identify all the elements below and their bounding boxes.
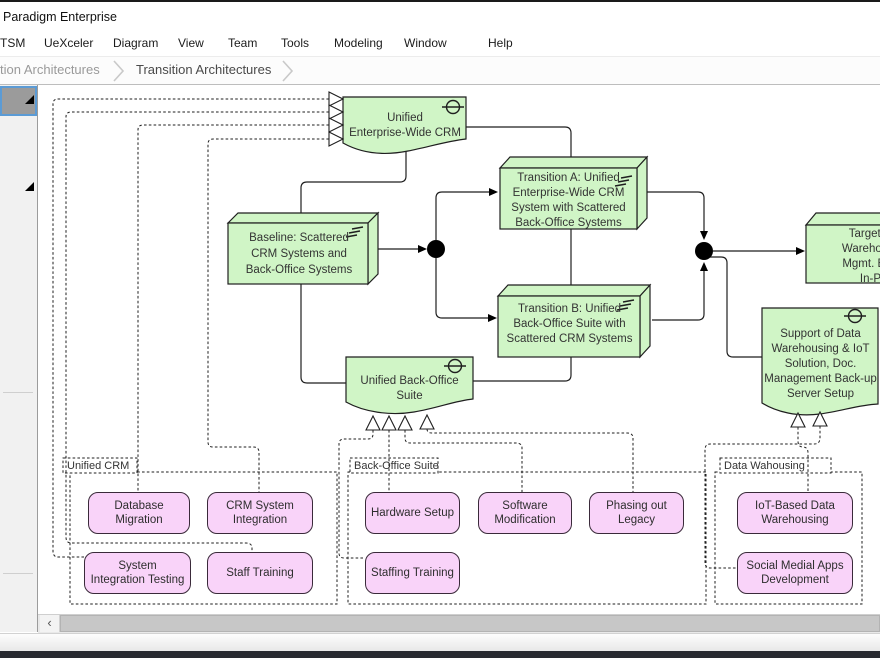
work-package-social-media-apps[interactable]: Social Medial Apps Development: [737, 552, 853, 594]
group-label: Unified CRM: [67, 460, 129, 472]
plateau-label: Baseline: Scattered CRM Systems and Back…: [230, 230, 368, 278]
work-package-label: Software Modification: [494, 499, 555, 527]
deliverable-label: Unified Enterprise-Wide CRM: [345, 111, 465, 141]
work-package-staff-training[interactable]: Staff Training: [207, 552, 313, 594]
plateau-label: Target: CRM Warehousing & Mgmt. Back-up …: [806, 227, 880, 287]
work-package-label: Hardware Setup: [371, 506, 454, 520]
work-package-hardware-setup[interactable]: Hardware Setup: [365, 492, 460, 534]
status-bar: [0, 633, 880, 652]
bottom-edge: [0, 651, 880, 658]
plateau-label: Transition B: Unified Back-Office Suite …: [499, 302, 640, 347]
deliverable-label: Unified Back-Office Suite: [347, 374, 472, 404]
work-package-label: Staff Training: [226, 566, 294, 580]
work-package-iot-data-warehousing[interactable]: IoT-Based Data Warehousing: [737, 492, 853, 534]
work-package-label: System Integration Testing: [91, 559, 185, 587]
scroll-left-button[interactable]: ‹: [40, 615, 60, 632]
work-package-staffing-training[interactable]: Staffing Training: [365, 552, 460, 594]
work-package-system-integration-testing[interactable]: System Integration Testing: [84, 552, 191, 594]
work-package-phasing-out-legacy[interactable]: Phasing out Legacy: [589, 492, 684, 534]
work-package-label: Database Migration: [114, 499, 163, 527]
work-package-label: Staffing Training: [371, 566, 454, 580]
work-package-label: Social Medial Apps Development: [746, 559, 843, 587]
group-label: Data Wahousing: [724, 460, 805, 472]
horizontal-scrollbar[interactable]: ‹: [38, 614, 880, 633]
app-window: Paradigm Enterprise TSM UeXceler Diagram…: [0, 0, 880, 658]
work-package-database-migration[interactable]: Database Migration: [88, 492, 190, 534]
work-package-label: Phasing out Legacy: [606, 499, 667, 527]
deliverable-label: Support of Data Warehousing & IoT Soluti…: [764, 327, 877, 402]
work-package-software-modification[interactable]: Software Modification: [478, 492, 572, 534]
scroll-left-icon: ‹: [47, 615, 51, 630]
group-label: Back-Office Suite: [354, 460, 439, 472]
junction-merge[interactable]: [695, 242, 713, 260]
junction-split[interactable]: [427, 240, 445, 258]
plateau-label: Transition A: Unified Enterprise-Wide CR…: [501, 171, 636, 231]
work-package-crm-system-integration[interactable]: CRM System Integration: [207, 492, 313, 534]
scrollbar-thumb[interactable]: [60, 615, 880, 632]
work-package-label: IoT-Based Data Warehousing: [755, 499, 835, 527]
work-package-label: CRM System Integration: [226, 499, 294, 527]
